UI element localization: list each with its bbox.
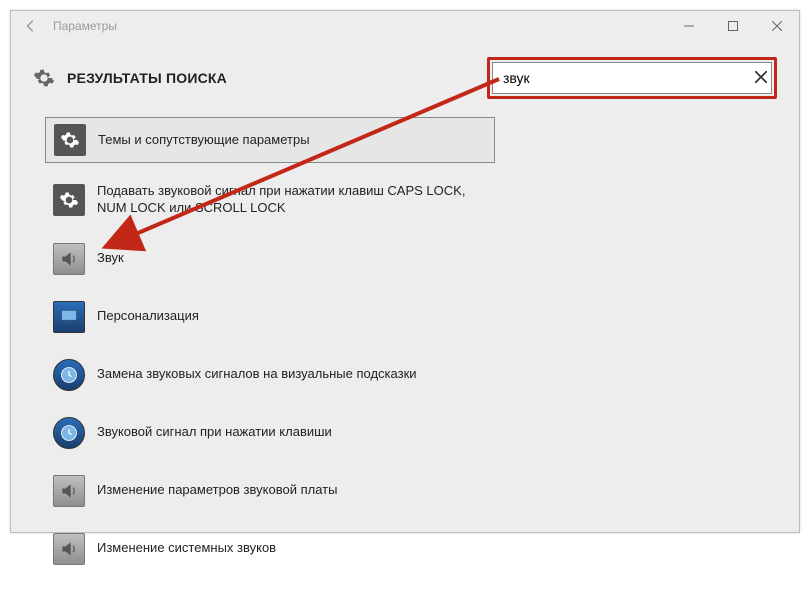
result-item[interactable]: Звуковой сигнал при нажатии клавиши bbox=[45, 411, 495, 455]
annotation-search-highlight bbox=[487, 57, 777, 99]
result-item[interactable]: Подавать звуковой сигнал при нажатии кла… bbox=[45, 177, 495, 223]
search-container bbox=[487, 57, 777, 99]
titlebar: Параметры bbox=[11, 11, 799, 41]
arrow-left-icon bbox=[24, 19, 38, 33]
result-label: Темы и сопутствующие параметры bbox=[98, 132, 310, 149]
result-item[interactable]: Изменение системных звуков bbox=[45, 527, 495, 571]
maximize-icon bbox=[728, 21, 738, 31]
header-row: РЕЗУЛЬТАТЫ ПОИСКА bbox=[11, 41, 799, 107]
clear-search-button[interactable] bbox=[755, 70, 767, 86]
result-item[interactable]: Персонализация bbox=[45, 295, 495, 339]
result-item[interactable]: Замена звуковых сигналов на визуальные п… bbox=[45, 353, 495, 397]
result-label: Подавать звуковой сигнал при нажатии кла… bbox=[97, 183, 477, 217]
monitor-icon bbox=[53, 301, 85, 333]
settings-icon bbox=[33, 67, 55, 89]
window-title: Параметры bbox=[53, 19, 117, 33]
gear-icon bbox=[53, 184, 85, 216]
result-item[interactable]: Темы и сопутствующие параметры bbox=[45, 117, 495, 163]
result-label: Персонализация bbox=[97, 308, 199, 325]
close-icon bbox=[772, 21, 782, 31]
gear-icon bbox=[33, 67, 55, 89]
speaker-icon bbox=[53, 533, 85, 565]
maximize-button[interactable] bbox=[711, 11, 755, 41]
back-button[interactable] bbox=[17, 12, 45, 40]
result-label: Звук bbox=[97, 250, 124, 267]
page-title: РЕЗУЛЬТАТЫ ПОИСКА bbox=[67, 70, 227, 86]
speaker-icon bbox=[53, 475, 85, 507]
search-input[interactable] bbox=[492, 62, 772, 94]
minimize-icon bbox=[684, 21, 694, 31]
result-label: Звуковой сигнал при нажатии клавиши bbox=[97, 424, 332, 441]
results-list: Темы и сопутствующие параметры Подавать з… bbox=[11, 107, 799, 595]
clock-icon bbox=[53, 359, 85, 391]
result-item[interactable]: Звук bbox=[45, 237, 495, 281]
window-controls bbox=[667, 11, 799, 41]
x-icon bbox=[755, 71, 767, 83]
settings-window: Параметры РЕЗУЛЬТАТЫ ПОИСКА bbox=[10, 10, 800, 533]
result-label: Изменение параметров звуковой платы bbox=[97, 482, 337, 499]
minimize-button[interactable] bbox=[667, 11, 711, 41]
result-label: Замена звуковых сигналов на визуальные п… bbox=[97, 366, 417, 383]
speaker-icon bbox=[53, 243, 85, 275]
gear-icon bbox=[54, 124, 86, 156]
close-button[interactable] bbox=[755, 11, 799, 41]
clock-icon bbox=[53, 417, 85, 449]
result-item[interactable]: Изменение параметров звуковой платы bbox=[45, 469, 495, 513]
